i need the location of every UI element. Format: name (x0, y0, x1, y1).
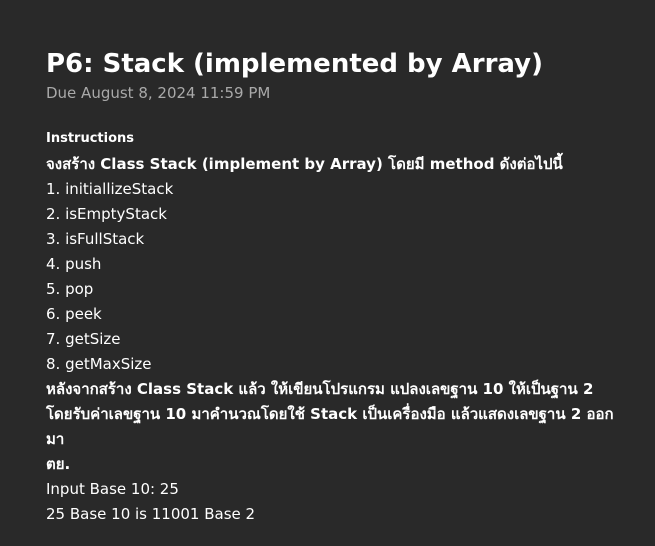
instructions-body: จงสร้าง Class Stack (implement by Array)… (46, 152, 646, 527)
instruction-line: Input Base 10: 25 (46, 480, 179, 498)
instructions-label: Instructions (46, 131, 135, 146)
instruction-line: 5. pop (46, 280, 94, 298)
instruction-line: โดยรับค่าเลขฐาน 10 มาคำนวณโดยใช้ Stack เ… (46, 405, 614, 423)
instruction-line: 2. isEmptyStack (46, 205, 167, 223)
instruction-line: 6. peek (46, 305, 102, 323)
instruction-line: จงสร้าง Class Stack (implement by Array)… (46, 155, 563, 173)
instruction-line: 1. initiallizeStack (46, 180, 174, 198)
instruction-line: 7. getSize (46, 330, 121, 348)
assignment-page: P6: Stack (implemented by Array) Due Aug… (0, 0, 655, 546)
instruction-line: 4. push (46, 255, 102, 273)
instruction-line: มา (46, 430, 65, 448)
instruction-line: 3. isFullStack (46, 230, 145, 248)
instruction-line: ตย. (46, 455, 71, 473)
due-date: Due August 8, 2024 11:59 PM (46, 84, 271, 102)
instruction-line: 8. getMaxSize (46, 355, 152, 373)
assignment-title: P6: Stack (implemented by Array) (46, 49, 544, 79)
instruction-line: หลังจากสร้าง Class Stack แล้ว ให้เขียนโป… (46, 380, 594, 398)
instruction-line: 25 Base 10 is 11001 Base 2 (46, 505, 256, 523)
